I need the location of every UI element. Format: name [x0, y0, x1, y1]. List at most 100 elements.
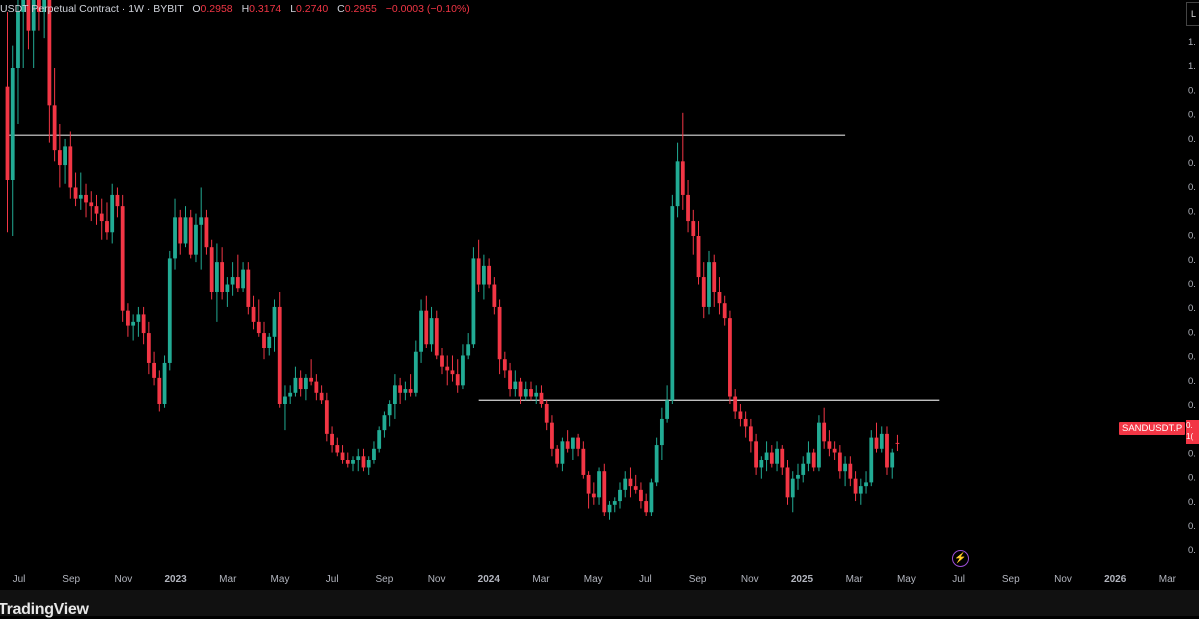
candle [94, 194, 99, 225]
candle [534, 385, 539, 404]
candle [848, 456, 853, 487]
y-tick-label: 0. [1188, 279, 1196, 290]
x-tick-label: Mar [1159, 574, 1177, 585]
candle [796, 463, 800, 490]
candle [691, 209, 696, 255]
candle [335, 437, 340, 457]
candle [733, 389, 738, 419]
candle [895, 434, 900, 452]
candle-body [481, 265, 486, 285]
candle [513, 370, 518, 397]
candle [63, 138, 67, 184]
candle [717, 277, 722, 315]
candle [330, 426, 334, 453]
candle [565, 430, 570, 453]
candle-body [754, 441, 759, 468]
candle-body [565, 441, 570, 449]
y-tick-label: 0. [1188, 497, 1196, 508]
candle [832, 441, 837, 460]
candle-body [827, 441, 832, 449]
candle-body [790, 478, 795, 498]
candle-body [748, 426, 753, 442]
candle [345, 452, 350, 468]
candle-body [277, 306, 282, 404]
candle [858, 478, 863, 505]
candle [811, 448, 816, 472]
x-tick-label: May [584, 574, 603, 585]
candle [806, 441, 811, 472]
candle [712, 254, 717, 307]
candle [466, 333, 471, 360]
candle-body [194, 224, 198, 255]
candle [738, 404, 743, 427]
candle-body [230, 277, 235, 285]
candle [398, 377, 403, 404]
candle [879, 426, 884, 453]
candle [754, 433, 759, 475]
candle [790, 471, 795, 513]
candle-body [628, 478, 633, 487]
candle-body [455, 374, 460, 386]
candle-body [52, 105, 57, 151]
candle-body [869, 437, 874, 483]
candle-body [413, 351, 418, 393]
candles [5, 0, 900, 520]
close-label: C [337, 3, 345, 15]
x-tick-label: May [271, 574, 290, 585]
lightning-icon[interactable]: ⚡ [952, 550, 969, 567]
x-tick-label: May [897, 574, 916, 585]
candle-body [508, 370, 512, 390]
candle-body [780, 448, 785, 468]
candle-body [890, 452, 895, 468]
candle-body [256, 321, 261, 334]
corner-toggle-button[interactable]: L [1186, 2, 1199, 26]
candle [314, 374, 319, 401]
last-price-line2: 1( [1186, 432, 1194, 441]
y-tick-label: 0. [1188, 327, 1196, 338]
candle [267, 333, 272, 356]
x-tick-label: Nov [428, 574, 446, 585]
candle-body [298, 377, 303, 390]
candle [837, 445, 842, 479]
candle-body [644, 501, 649, 513]
candle [581, 441, 586, 479]
symbol-label: USDT Perpetual Contract · 1W · BYBIT [0, 3, 184, 15]
candle-body [309, 377, 314, 382]
candle-body [529, 389, 533, 397]
candle-body [581, 448, 586, 475]
candle-body [345, 460, 350, 464]
candle [576, 433, 581, 457]
candle-body [272, 306, 277, 337]
candle [822, 407, 827, 449]
candle-body [769, 452, 774, 464]
y-tick-label: 0. [1188, 182, 1196, 193]
candle-body [461, 355, 465, 386]
candle-body [811, 452, 816, 468]
candle [550, 415, 554, 457]
candle [57, 124, 62, 188]
candle [68, 131, 73, 199]
candle [644, 493, 649, 516]
y-tick-label: 0. [1188, 231, 1196, 242]
candle-body [131, 321, 136, 326]
candle [476, 239, 481, 292]
candle [136, 306, 141, 337]
candle-body [659, 418, 664, 446]
candle-body [136, 314, 141, 322]
candle-body [5, 86, 10, 180]
candle [885, 426, 889, 475]
candle-body [576, 437, 581, 449]
candle [162, 355, 167, 408]
candle-body [534, 392, 539, 397]
candle [183, 206, 188, 248]
ohlc-legend: USDT Perpetual Contract · 1W · BYBIT O0.… [0, 3, 470, 15]
candle-body [288, 392, 293, 397]
candle [450, 355, 455, 382]
candle [209, 239, 214, 300]
candle-body [434, 318, 439, 356]
candle [47, 0, 52, 143]
candle-body [99, 213, 104, 222]
candle [424, 295, 429, 348]
candle-body [241, 269, 245, 289]
candlestick-chart[interactable]: Jul Sep Nov 2023 Mar May Jul Sep Nov 2024 Mar May Ju… [0, 0, 1199, 616]
